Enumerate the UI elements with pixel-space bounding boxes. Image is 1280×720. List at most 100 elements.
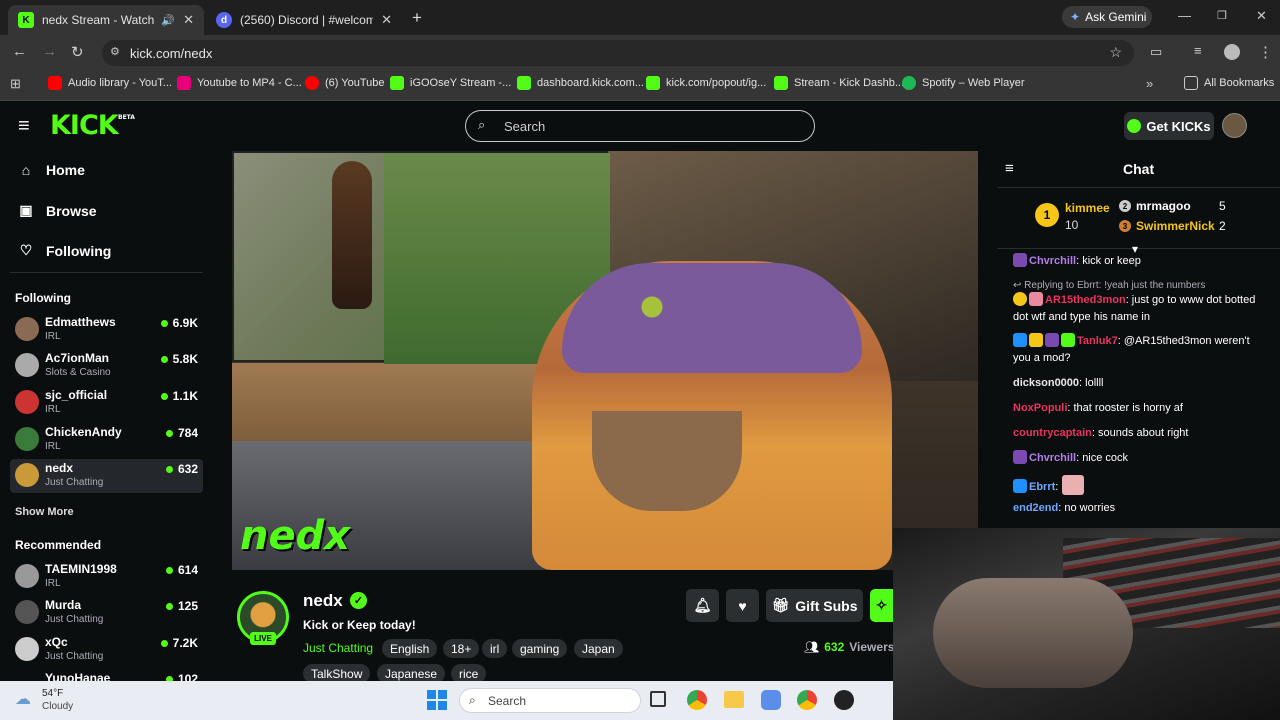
- following-channel-sjc-official[interactable]: sjc_official IRL 1.1K: [10, 386, 203, 420]
- following-channel-nedx[interactable]: nedx Just Chatting 632: [10, 459, 203, 493]
- weather-desc[interactable]: Cloudy: [42, 701, 73, 712]
- user-avatar[interactable]: [1222, 113, 1247, 138]
- windows-start-icon[interactable]: [427, 690, 447, 710]
- bookmark-kick-popout[interactable]: kick.com/popout/ig...: [646, 73, 766, 93]
- close-tab-icon[interactable]: ✕: [183, 12, 194, 28]
- chrome-icon[interactable]: [687, 690, 707, 710]
- video-player[interactable]: nedx: [232, 151, 978, 570]
- bookmark-star-icon[interactable]: ☆: [1109, 44, 1122, 61]
- kick-logo[interactable]: KICK BETA: [50, 110, 135, 141]
- reload-icon[interactable]: ↻: [71, 43, 84, 61]
- leaderboard-name[interactable]: mrmagoo: [1136, 199, 1191, 213]
- bookmark-audio-library[interactable]: Audio library - YouT...: [48, 73, 172, 93]
- taskbar-search-input[interactable]: ⌕ Search: [459, 688, 641, 713]
- weather-temp[interactable]: 54°F: [42, 688, 63, 699]
- search-input[interactable]: ⌕ Search: [465, 110, 815, 142]
- bookmark-stream-dashboard[interactable]: Stream - Kick Dashb...: [774, 73, 904, 93]
- get-kicks-button[interactable]: Get KICKs: [1124, 112, 1214, 140]
- avatar: [15, 390, 39, 414]
- leaderboard-count: 2: [1219, 219, 1226, 233]
- show-more-link[interactable]: Show More: [15, 506, 74, 518]
- file-explorer-icon[interactable]: [724, 691, 744, 708]
- following-channel-ac7ionman[interactable]: Ac7ionMan Slots & Casino 5.8K: [10, 349, 203, 383]
- tab-nedx-stream[interactable]: K nedx Stream - Watch Live o 🔊 ✕: [8, 5, 204, 35]
- channel-name[interactable]: nedx: [303, 591, 343, 611]
- search-icon: ⌕: [478, 117, 486, 132]
- following-channel-chickenandy[interactable]: ChickenAndy IRL 784: [10, 423, 203, 457]
- collapse-chat-icon[interactable]: ≡: [1005, 160, 1014, 177]
- chat-message: AR15thed3mon: just go to www dot botted …: [1013, 292, 1256, 323]
- home-icon: ⌂: [21, 162, 31, 178]
- gift-subs-button[interactable]: 🎁︎ Gift Subs: [766, 589, 863, 622]
- bucket-hat: [562, 263, 862, 373]
- hamburger-menu-icon[interactable]: ≡: [18, 115, 30, 138]
- recommended-channel-xqc[interactable]: xQc Just Chatting 7.2K: [10, 633, 203, 667]
- gemini-icon: ✦: [1070, 10, 1081, 24]
- nav-browse[interactable]: ▣ Browse: [18, 202, 96, 219]
- bookmark-youtube-mp4[interactable]: Youtube to MP4 - C...: [177, 73, 302, 93]
- kick-icon: [390, 76, 404, 90]
- nav-home[interactable]: ⌂ Home: [18, 162, 85, 178]
- site-info-icon[interactable]: ⚙: [110, 45, 120, 58]
- divider: [997, 248, 1280, 249]
- tag-irl[interactable]: irl: [482, 639, 508, 658]
- rank-3-badge: 3: [1119, 220, 1131, 232]
- category-link[interactable]: Just Chatting: [303, 641, 373, 655]
- live-badge: LIVE: [250, 632, 276, 645]
- leaderboard-name[interactable]: kimmee: [1065, 201, 1110, 215]
- speaker-icon[interactable]: 🔊: [161, 14, 175, 27]
- close-tab-icon[interactable]: ✕: [381, 12, 392, 28]
- all-bookmarks[interactable]: All Bookmarks: [1184, 73, 1274, 93]
- forward-icon[interactable]: →: [42, 43, 57, 60]
- kick-favicon-icon: K: [18, 12, 34, 28]
- minimize-icon[interactable]: —: [1178, 8, 1191, 23]
- reply-icon: ↩: [1013, 280, 1025, 291]
- nav-following[interactable]: ♡ Following: [18, 242, 112, 259]
- chat-message: NoxPopuli: that rooster is horny af: [1013, 402, 1183, 414]
- subscribe-button[interactable]: ✧: [870, 589, 893, 622]
- chat-message: end2end: no worries: [1013, 502, 1116, 514]
- kick-icon: [774, 76, 788, 90]
- profile-avatar[interactable]: [1224, 44, 1240, 60]
- close-window-icon[interactable]: ✕: [1256, 8, 1267, 24]
- address-bar[interactable]: ⚙ kick.com/nedx ☆: [102, 40, 1134, 66]
- bookmark-spotify[interactable]: Spotify – Web Player: [902, 73, 1025, 93]
- rank-2-badge: 2: [1119, 200, 1131, 212]
- browse-icon: ▣: [19, 202, 33, 218]
- recommended-channel-yunohanae[interactable]: YunoHanae 102: [10, 669, 203, 681]
- chrome-icon[interactable]: [797, 690, 817, 710]
- live-dot-icon: [160, 355, 168, 363]
- folder-icon: [1184, 76, 1198, 90]
- avatar: [15, 317, 39, 341]
- more-bookmarks-icon[interactable]: »: [1146, 76, 1153, 91]
- tab-discord[interactable]: d (2560) Discord | #welcome 👋 | ✕: [206, 5, 402, 35]
- menu-kebab-icon[interactable]: ⋮: [1258, 43, 1273, 61]
- tag-18plus[interactable]: 18+: [443, 639, 480, 658]
- bookmark-youtube[interactable]: (6) YouTube: [305, 73, 385, 93]
- apps-grid-icon[interactable]: ⊞: [10, 76, 21, 92]
- obs-icon[interactable]: [834, 690, 854, 710]
- bookmark-dashboard-kick[interactable]: dashboard.kick.com...: [517, 73, 644, 93]
- follow-heart-button[interactable]: ♥: [726, 589, 759, 622]
- tag-english[interactable]: English: [382, 639, 438, 658]
- back-icon[interactable]: ←: [12, 43, 27, 60]
- following-channel-edmatthews[interactable]: Edmatthews IRL 6.9K: [10, 313, 203, 347]
- recommended-channel-murda[interactable]: Murda Just Chatting 125: [10, 596, 203, 630]
- maximize-icon[interactable]: ❐: [1217, 9, 1227, 22]
- avatar: [15, 463, 39, 487]
- recommended-channel-taemin1998[interactable]: TAEMIN1998 IRL 614: [10, 560, 203, 594]
- media-icon[interactable]: ≡: [1194, 43, 1202, 58]
- task-view-icon[interactable]: [650, 691, 666, 707]
- discord-favicon-icon: d: [216, 12, 232, 28]
- app-icon[interactable]: [761, 690, 781, 710]
- sub-badge-icon: [1013, 450, 1027, 464]
- cast-icon[interactable]: ▭: [1150, 44, 1162, 60]
- new-tab-icon[interactable]: +: [412, 8, 422, 28]
- bookmark-igoosey-stream[interactable]: iGOOseY Stream -...: [390, 73, 511, 93]
- notification-bell-button[interactable]: 🔔︎: [686, 589, 719, 622]
- tag-gaming[interactable]: gaming: [512, 639, 568, 658]
- tag-japan[interactable]: Japan: [574, 639, 623, 658]
- search-icon: ⌕: [469, 693, 476, 707]
- ask-gemini-button[interactable]: ✦ Ask Gemini: [1062, 6, 1152, 28]
- leaderboard-name[interactable]: SwimmerNick: [1136, 219, 1215, 233]
